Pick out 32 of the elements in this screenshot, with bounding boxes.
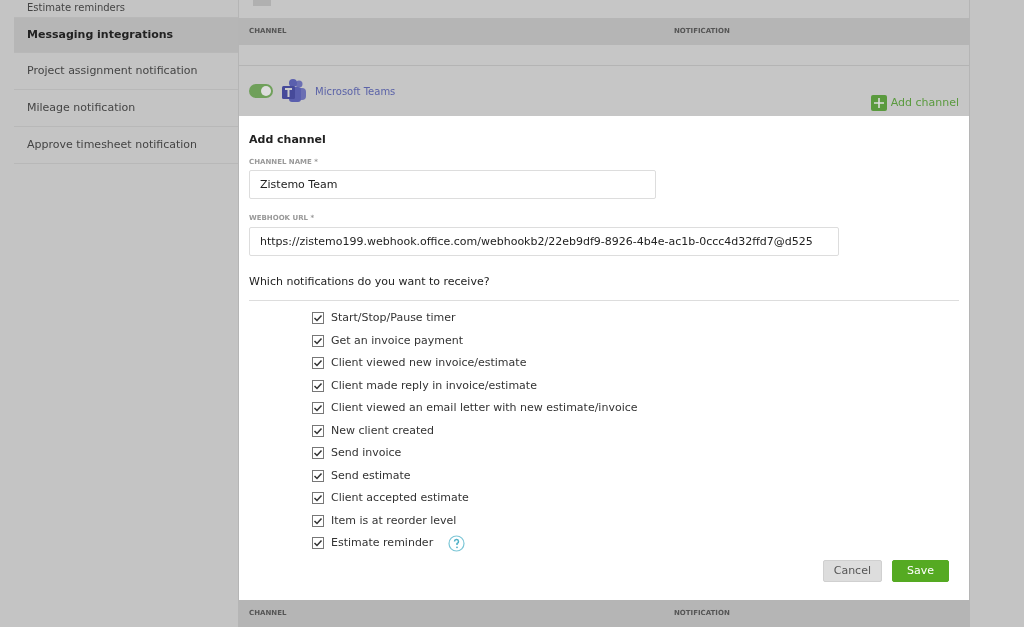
checkbox-label: Estimate reminder bbox=[331, 535, 434, 551]
checkbox[interactable] bbox=[312, 357, 324, 370]
checkbox[interactable] bbox=[312, 469, 324, 482]
toggle-switch[interactable] bbox=[249, 84, 273, 98]
checkbox[interactable] bbox=[312, 424, 324, 437]
checkbox[interactable] bbox=[312, 312, 324, 325]
checkbox-label: Client accepted estimate bbox=[331, 490, 469, 506]
checkbox-label: Start/Stop/Pause timer bbox=[331, 310, 456, 326]
checkbox[interactable] bbox=[312, 492, 324, 505]
checkbox[interactable] bbox=[312, 447, 324, 460]
checkbox[interactable] bbox=[312, 334, 324, 347]
checkbox-label: Client viewed new invoice/estimate bbox=[331, 355, 527, 371]
teams-logo-icon bbox=[281, 78, 307, 104]
checkbox-label: Item is at reorder level bbox=[331, 512, 457, 529]
checkbox-label: Send invoice bbox=[331, 445, 402, 461]
checkbox-label: Client made reply in invoice/estimate bbox=[331, 377, 537, 394]
form-title: Add channel bbox=[249, 132, 327, 148]
checkbox[interactable] bbox=[312, 514, 324, 527]
checkbox-label: Get an invoice payment bbox=[331, 332, 463, 349]
input-field[interactable]: Zistemo Team bbox=[249, 170, 656, 199]
sidebar-item[interactable]: Messaging integrations bbox=[14, 18, 238, 53]
plus-icon bbox=[870, 95, 887, 111]
cancel-button[interactable]: Cancel bbox=[822, 559, 882, 582]
integration-name: Microsoft Teams bbox=[315, 84, 396, 99]
checkbox-label: Client viewed an email letter with new estimate/invoice bbox=[331, 400, 638, 416]
checkbox[interactable] bbox=[312, 402, 324, 415]
input-field[interactable]: https://zistemo199.webhook.office.com/webhookb2/22eb9df9-8926-4b4e-ac1b-0ccc4d32ffd7@d525 bbox=[249, 226, 839, 256]
checkbox[interactable] bbox=[312, 379, 324, 392]
checkbox[interactable] bbox=[312, 537, 324, 550]
question-text: Which notifications do you want to receive? bbox=[249, 273, 959, 301]
checkbox-label: Send estimate bbox=[331, 467, 411, 484]
checkbox-label: New client created bbox=[331, 422, 435, 439]
